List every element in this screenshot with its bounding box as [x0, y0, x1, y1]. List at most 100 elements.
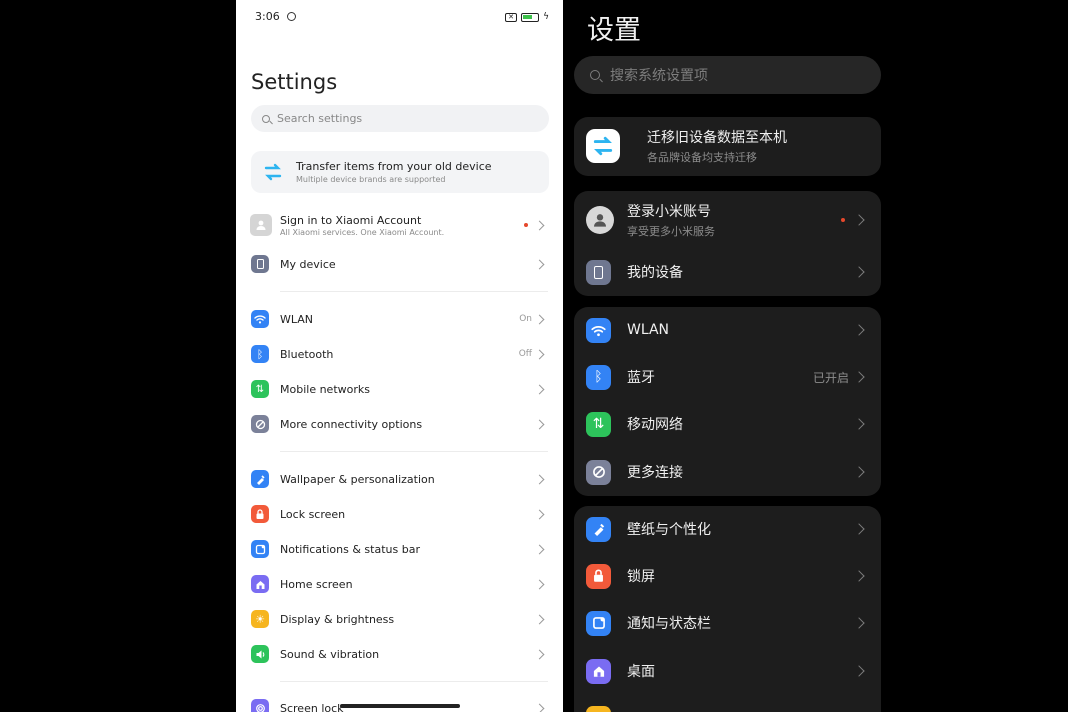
- transfer-subtitle: Multiple device brands are supported: [296, 175, 446, 184]
- settings-item-bluetooth[interactable]: ᛒ Bluetooth Off: [251, 340, 549, 368]
- status-bar: 3:06 ✕ ϟ: [255, 10, 549, 26]
- settings-item-label: 移动网络: [627, 417, 683, 433]
- bluetooth-status: Off: [518, 349, 532, 359]
- chevron-right-icon: [853, 214, 865, 226]
- account-title: Sign in to Xiaomi Account: [280, 213, 422, 227]
- chevron-right-icon: [534, 419, 545, 429]
- chevron-right-icon: [534, 703, 545, 712]
- bluetooth-icon: ᛒ: [251, 345, 269, 363]
- sun-icon: [586, 705, 611, 712]
- settings-item-more-connectivity[interactable]: 更多连接: [586, 452, 869, 492]
- settings-item-label: Display & brightness: [280, 612, 395, 626]
- connectivity-card: WLAN ᛒ 蓝牙 已开启 ⇅ 移动网络 更多连接: [574, 307, 881, 496]
- settings-item-wallpaper[interactable]: Wallpaper & personalization: [251, 465, 549, 493]
- fingerprint-icon: [251, 699, 269, 712]
- settings-item-wlan[interactable]: WLAN On: [251, 305, 549, 333]
- alarm-icon: [287, 12, 296, 21]
- settings-item-label: 锁屏: [627, 569, 655, 585]
- chevron-right-icon: [534, 384, 545, 394]
- phone-icon: [251, 255, 269, 273]
- settings-item-label: 桌面: [627, 664, 655, 680]
- settings-item-wlan[interactable]: WLAN: [586, 310, 869, 350]
- account-row[interactable]: 登录小米账号 享受更多小米服务: [586, 200, 869, 240]
- search-placeholder: Search settings: [277, 112, 363, 125]
- settings-item-label: More connectivity options: [280, 417, 423, 431]
- search-input[interactable]: Search settings: [251, 105, 549, 132]
- no-sim-icon: ✕: [505, 12, 518, 22]
- settings-item-label: 更多连接: [627, 465, 683, 481]
- settings-item-mobile-networks[interactable]: ⇅ 移动网络: [586, 404, 869, 444]
- settings-item-screen-lock[interactable]: Screen lock: [251, 694, 549, 712]
- settings-item-bluetooth[interactable]: ᛒ 蓝牙 已开启: [586, 357, 869, 397]
- chevron-right-icon: [853, 617, 865, 629]
- divider: [280, 681, 548, 682]
- settings-item-mobile-networks[interactable]: ⇅ Mobile networks: [251, 375, 549, 403]
- settings-item-notifications[interactable]: Notifications & status bar: [251, 535, 549, 563]
- chevron-right-icon: [534, 220, 545, 230]
- settings-item-more-connectivity[interactable]: More connectivity options: [251, 410, 549, 438]
- settings-item-my-device[interactable]: My device: [251, 250, 549, 278]
- chevron-right-icon: [853, 665, 865, 677]
- brush-icon: [251, 470, 269, 488]
- settings-item-label: Bluetooth: [280, 347, 334, 361]
- chevron-right-icon: [853, 266, 865, 278]
- settings-item-home-screen[interactable]: 桌面: [586, 651, 869, 691]
- status-icons: ✕ ϟ: [505, 12, 549, 22]
- chevron-right-icon: [534, 314, 545, 324]
- settings-item-wallpaper[interactable]: 壁纸与个性化: [586, 509, 869, 549]
- sound-icon: [251, 645, 269, 663]
- chevron-right-icon: [534, 649, 545, 659]
- transfer-card[interactable]: Transfer items from your old device Mult…: [251, 151, 549, 193]
- transfer-card[interactable]: 迁移旧设备数据至本机 各品牌设备均支持迁移: [574, 117, 881, 176]
- transfer-icon: [261, 160, 285, 184]
- settings-item-label: Sound & vibration: [280, 647, 380, 661]
- account-card: 登录小米账号 享受更多小米服务 我的设备: [574, 191, 881, 296]
- settings-item-sound[interactable]: Sound & vibration: [251, 640, 549, 668]
- wifi-icon: [586, 317, 611, 343]
- wlan-status: On: [519, 314, 532, 324]
- bluetooth-status: 已开启: [812, 370, 849, 385]
- settings-item-partial[interactable]: [586, 698, 869, 712]
- notification-dot: [841, 218, 845, 222]
- link-icon: [251, 415, 269, 433]
- search-icon: [262, 114, 270, 123]
- settings-item-lock-screen[interactable]: Lock screen: [251, 500, 549, 528]
- settings-item-my-device[interactable]: 我的设备: [586, 252, 869, 292]
- search-input[interactable]: 搜索系统设置项: [574, 56, 881, 94]
- divider: [280, 451, 548, 452]
- page-title: 设置: [587, 15, 641, 46]
- notification-icon: [586, 610, 611, 636]
- avatar-icon: [250, 214, 272, 236]
- settings-item-label: Lock screen: [280, 507, 346, 521]
- settings-item-label: WLAN: [280, 312, 314, 326]
- settings-item-notifications[interactable]: 通知与状态栏: [586, 603, 869, 643]
- account-row[interactable]: Sign in to Xiaomi Account All Xiaomi ser…: [250, 210, 549, 240]
- search-icon: [590, 70, 600, 80]
- settings-item-label: 我的设备: [627, 265, 683, 281]
- chevron-right-icon: [853, 523, 865, 535]
- account-title: 登录小米账号: [627, 204, 711, 220]
- chevron-right-icon: [534, 349, 545, 359]
- settings-item-label: Notifications & status bar: [280, 542, 420, 556]
- chevron-right-icon: [534, 544, 545, 554]
- mobile-network-icon: ⇅: [586, 411, 611, 437]
- mobile-network-icon: ⇅: [251, 380, 269, 398]
- chevron-right-icon: [853, 324, 865, 336]
- home-indicator[interactable]: [340, 704, 460, 708]
- notification-icon: [251, 540, 269, 558]
- lock-icon: [251, 505, 269, 523]
- page-title: Settings: [251, 70, 338, 94]
- chevron-right-icon: [534, 474, 545, 484]
- settings-item-lock-screen[interactable]: 锁屏: [586, 556, 869, 596]
- account-subtitle: All Xiaomi services. One Xiaomi Account.: [280, 227, 445, 237]
- chevron-right-icon: [534, 259, 545, 269]
- dark-settings-screen: 设置 搜索系统设置项 迁移旧设备数据至本机 各品牌设备均支持迁移 登录小米账号 …: [565, 0, 892, 712]
- sun-icon: ☀: [251, 610, 269, 628]
- settings-item-display[interactable]: ☀ Display & brightness: [251, 605, 549, 633]
- settings-item-label: Mobile networks: [280, 382, 370, 396]
- settings-item-home-screen[interactable]: Home screen: [251, 570, 549, 598]
- settings-item-label: My device: [280, 257, 336, 271]
- chevron-right-icon: [853, 466, 865, 478]
- notification-dot: [524, 223, 528, 227]
- settings-item-label: 蓝牙: [627, 370, 655, 386]
